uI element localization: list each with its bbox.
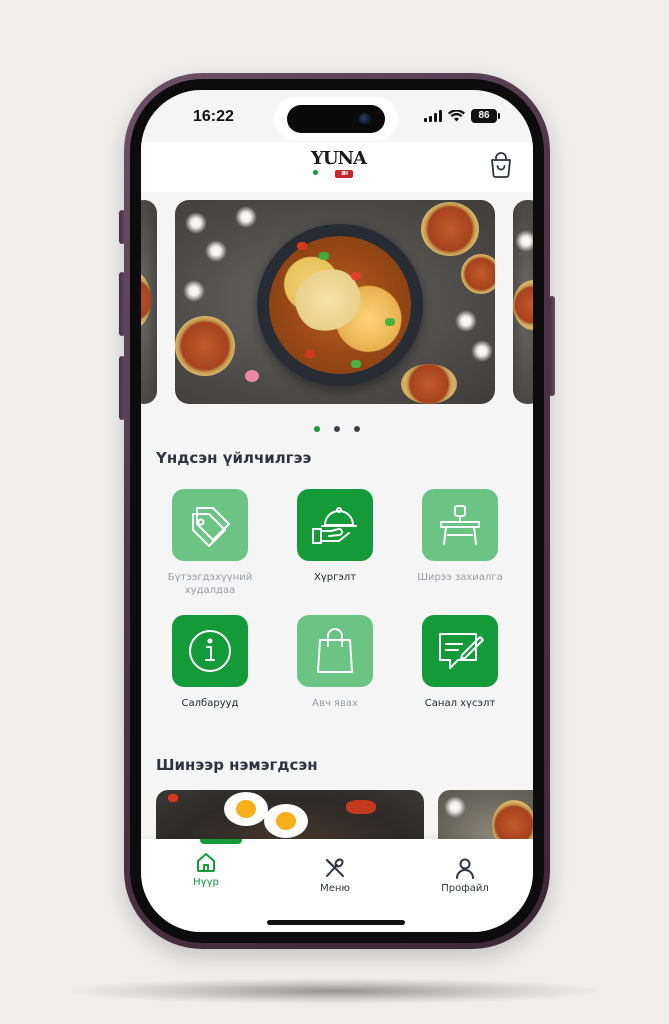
battery-icon: 86: [471, 109, 500, 123]
tab-profile[interactable]: Профайл: [415, 857, 515, 894]
table-icon: [440, 505, 480, 545]
service-label: Санал хүсэлт: [424, 698, 496, 709]
tab-menu[interactable]: Меню: [285, 857, 385, 894]
service-tile[interactable]: [172, 615, 248, 687]
active-tab-indicator: [200, 839, 242, 844]
service-product-sales[interactable]: Бүтээгдэхүүний худалдаа: [145, 489, 275, 597]
service-tile[interactable]: [297, 615, 373, 687]
service-tile[interactable]: [172, 489, 248, 561]
promo-carousel[interactable]: [141, 200, 533, 406]
tab-label: Меню: [320, 883, 350, 894]
pagination-dot-2[interactable]: [334, 426, 340, 432]
camera-icon: [359, 113, 371, 125]
cellular-signal-icon: [424, 110, 442, 122]
service-label: Ширээ захиалга: [417, 572, 503, 583]
fork-spoon-icon: [326, 858, 344, 877]
info-icon: [189, 630, 231, 672]
new-items-title: Шинээр нэмэгдсэн: [156, 756, 318, 774]
brand-logo[interactable]: YUNA ЯН: [311, 148, 367, 180]
logo-text: YUNA: [311, 148, 367, 169]
service-branches[interactable]: Салбарууд: [145, 615, 275, 710]
dynamic-island: [287, 105, 385, 133]
status-time: 16:22: [193, 108, 234, 125]
service-label: Авч явах: [312, 698, 358, 709]
pagination-dot-3[interactable]: [354, 426, 360, 432]
feedback-note-icon: [439, 633, 484, 669]
logo-tag: ЯН: [335, 170, 353, 178]
service-tile[interactable]: [422, 489, 498, 561]
wifi-icon: [448, 110, 465, 122]
services-title: Үндсэн үйлчилгээ: [156, 449, 312, 467]
user-icon: [456, 858, 474, 879]
tab-home[interactable]: Нүүр: [156, 839, 256, 888]
service-label: Хүргэлт: [313, 572, 357, 583]
service-label: Салбарууд: [181, 698, 239, 709]
service-takeaway[interactable]: Авч явах: [270, 615, 400, 710]
carousel-pagination: [141, 426, 533, 432]
service-label: Бүтээгдэхүүний худалдаа: [167, 572, 253, 596]
price-tag-icon: [192, 507, 230, 547]
shopping-bag-icon[interactable]: [489, 152, 513, 178]
bag-icon: [317, 628, 353, 673]
status-icons: 86: [424, 109, 500, 123]
pagination-dot-1[interactable]: [314, 426, 320, 432]
tab-label: Нүүр: [193, 877, 219, 888]
mockup-stage: 16:22 86 YUNA ЯН Үндсэн үйлчилгээ Бүтээг…: [0, 0, 669, 1024]
carousel-slide-current[interactable]: [175, 200, 495, 404]
service-delivery[interactable]: Хүргэлт: [270, 489, 400, 584]
carousel-slide-next[interactable]: [513, 200, 533, 404]
home-icon: [197, 853, 215, 872]
service-tile[interactable]: [422, 615, 498, 687]
app-screen: 16:22 86 YUNA ЯН Үндсэн үйлчилгээ Бүтээг…: [141, 90, 533, 932]
tab-label: Профайл: [441, 883, 489, 894]
service-table-booking[interactable]: Ширээ захиалга: [395, 489, 525, 584]
floor-shadow: [70, 978, 600, 1004]
home-indicator[interactable]: [267, 920, 405, 925]
bottom-tab-bar: Нүүр Меню Профайл: [141, 839, 533, 932]
carousel-slide-prev[interactable]: [141, 200, 157, 404]
app-header: YUNA ЯН: [141, 142, 533, 192]
logo-dot: [313, 170, 318, 175]
service-feedback[interactable]: Санал хүсэлт: [395, 615, 525, 710]
delivery-cloche-icon: [312, 507, 357, 544]
service-tile[interactable]: [297, 489, 373, 561]
